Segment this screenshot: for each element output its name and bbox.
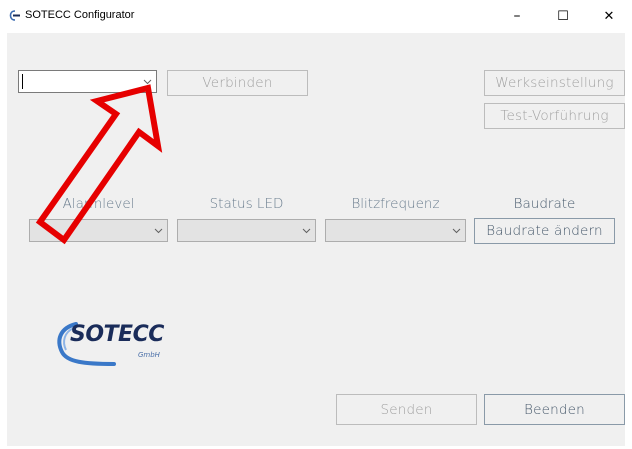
sotecc-logo: SOTECC GmbH xyxy=(54,320,174,375)
title-bar: SOTECC Configurator – ☐ ✕ xyxy=(0,0,632,32)
status-led-select[interactable] xyxy=(177,219,316,242)
alarm-level-label: Alarmlevel xyxy=(62,196,135,212)
app-icon xyxy=(9,10,20,21)
change-baud-rate-button[interactable]: Baudrate ändern xyxy=(474,218,615,244)
send-button[interactable]: Senden xyxy=(336,394,477,425)
connect-button[interactable]: Verbinden xyxy=(167,70,308,96)
factory-settings-button[interactable]: Werkseinstellung xyxy=(484,70,625,96)
minimize-button[interactable]: – xyxy=(494,0,540,32)
window-title: SOTECC Configurator xyxy=(25,9,135,21)
close-button[interactable]: ✕ xyxy=(586,0,632,32)
flash-frequency-label: Blitzfrequenz xyxy=(351,196,440,212)
logo-subtext: GmbH xyxy=(138,351,160,359)
app-window: SOTECC Configurator – ☐ ✕ Verbinden Werk… xyxy=(0,0,632,449)
status-led-label: Status LED xyxy=(209,196,284,212)
port-select[interactable] xyxy=(18,70,157,93)
test-demo-button[interactable]: Test-Vorführung xyxy=(484,103,625,129)
maximize-button[interactable]: ☐ xyxy=(540,0,586,32)
chevron-down-icon xyxy=(299,220,313,241)
chevron-down-icon xyxy=(140,71,154,92)
flash-frequency-select[interactable] xyxy=(325,219,466,242)
logo-text: SOTECC xyxy=(70,322,164,347)
exit-button[interactable]: Beenden xyxy=(484,394,625,425)
alarm-level-select[interactable] xyxy=(29,219,168,242)
chevron-down-icon xyxy=(449,220,463,241)
text-cursor xyxy=(22,74,23,89)
baud-rate-label: Baudrate xyxy=(513,196,576,212)
chevron-down-icon xyxy=(151,220,165,241)
